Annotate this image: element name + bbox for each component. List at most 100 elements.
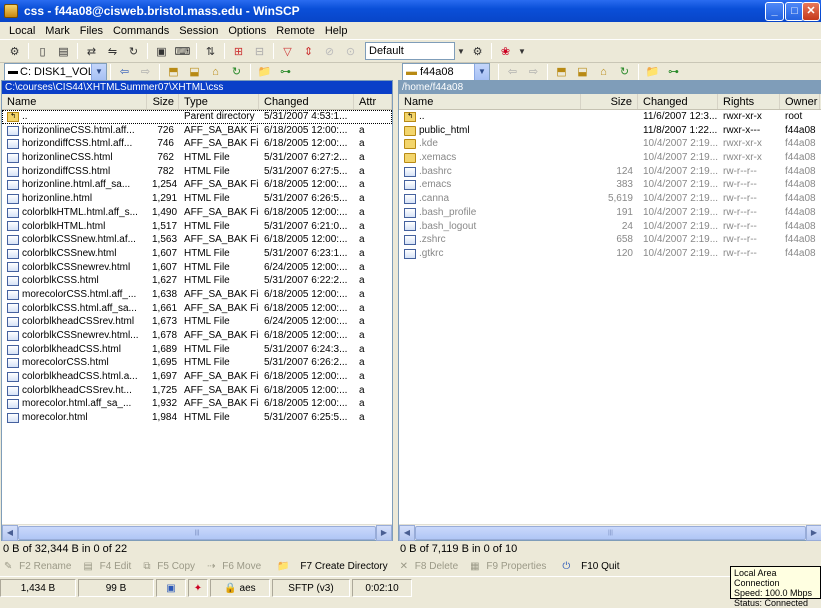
menu-help[interactable]: Help [320, 25, 353, 37]
remote-file-row[interactable]: ↰.. 11/6/2007 12:3... rwxr-xr-x root [399, 110, 821, 124]
chevron-down-icon[interactable]: ▼ [91, 63, 106, 80]
filter-icon[interactable]: ▽ [279, 43, 296, 60]
remote-back-icon[interactable]: ⇦ [504, 63, 521, 80]
col-changed[interactable]: Changed [259, 94, 354, 109]
col-changed[interactable]: Changed [638, 94, 718, 109]
local-file-row[interactable]: colorblkheadCSS.html 1,689 HTML File 5/31/2… [2, 343, 392, 357]
remote-dir-combo[interactable]: ▬ f44a08 ▼ [402, 62, 490, 81]
menu-options[interactable]: Options [223, 25, 271, 37]
menu-session[interactable]: Session [174, 25, 223, 37]
local-hscrollbar[interactable]: ◀ ||| ▶ [2, 524, 392, 541]
scroll-thumb[interactable]: ||| [18, 525, 376, 540]
transfer-settings-combo[interactable]: Default [365, 42, 455, 60]
local-file-row[interactable]: horizonlineCSS.html.aff... 726 AFF_SA_BAK … [2, 124, 392, 138]
remote-file-row[interactable]: .gtkrc 120 10/4/2007 2:19... rw-r--r-- f44a0… [399, 247, 821, 261]
f6-move-button[interactable]: ⇢ F6 Move [207, 561, 265, 572]
minimize-button[interactable]: _ [765, 2, 784, 21]
site-icon[interactable]: ❀ [497, 43, 514, 60]
local-open-icon[interactable]: 📁 [256, 63, 273, 80]
preferences-icon[interactable]: ⚙ [6, 43, 23, 60]
remote-parent-icon[interactable]: ⬒ [553, 63, 570, 80]
menu-local[interactable]: Local [4, 25, 40, 37]
local-file-row[interactable]: horizonlineCSS.html 762 HTML File 5/31/2007… [2, 151, 392, 165]
terminal-icon[interactable]: ▯ [34, 43, 51, 60]
remote-forward-icon[interactable]: ⇨ [525, 63, 542, 80]
col-size[interactable]: Size [147, 94, 179, 109]
local-file-row[interactable]: colorblkCSS.html.aff_sa... 1,661 AFF_SA_BA… [2, 302, 392, 316]
col-name[interactable]: Name [2, 94, 147, 109]
remote-home-icon[interactable]: ⌂ [595, 63, 612, 80]
local-file-row[interactable]: colorblkheadCSS.html.a... 1,697 AFF_SA_BAK… [2, 370, 392, 384]
local-file-row[interactable]: horizonline.html 1,291 HTML File 5/31/2007 … [2, 192, 392, 206]
f5-copy-button[interactable]: ⧉ F5 Copy [143, 561, 199, 572]
local-file-row[interactable]: colorblkCSSnew.html 1,607 HTML File 5/31/20… [2, 247, 392, 261]
remote-file-row[interactable]: public_html 11/8/2007 1:22... rwxr-x--- f44… [399, 124, 821, 138]
f4-edit-button[interactable]: ▤ F4 Edit [83, 561, 135, 572]
col-size[interactable]: Size [581, 94, 638, 109]
local-file-row[interactable]: colorblkHTML.html 1,517 HTML File 5/31/2007… [2, 220, 392, 234]
local-file-row[interactable]: colorblkCSS.html 1,627 HTML File 5/31/2007 … [2, 274, 392, 288]
f10-quit-button[interactable]: ⏻ F10 Quit [558, 561, 623, 572]
queue-icon[interactable]: ▤ [55, 43, 72, 60]
remote-panel[interactable]: /home/f44a08 Name Size Changed Rights Ow… [398, 80, 821, 541]
sort-icon[interactable]: ⇕ [300, 43, 317, 60]
remote-file-row[interactable]: .emacs 383 10/4/2007 2:19... rw-r--r-- f44a0… [399, 178, 821, 192]
transfer-settings-icon[interactable]: ⇅ [202, 43, 219, 60]
remote-file-row[interactable]: .bash_logout 24 10/4/2007 2:19... rw-r--r--… [399, 220, 821, 234]
local-back-icon[interactable]: ⇦ [116, 63, 133, 80]
local-drive-combo[interactable]: ▬ C: DISK1_VOL1 ▼ [4, 62, 107, 81]
local-panel[interactable]: C:\courses\CIS44\XHTMLSummer07\XHTML\css… [1, 80, 393, 541]
local-file-row[interactable]: colorblkCSSnew.html.af... 1,563 AFF_SA_BAK… [2, 233, 392, 247]
remote-file-row[interactable]: .zshrc 658 10/4/2007 2:19... rw-r--r-- f44a0… [399, 233, 821, 247]
refresh-icon[interactable]: ↻ [125, 43, 142, 60]
console-icon[interactable]: ▣ [153, 43, 170, 60]
local-file-row[interactable]: colorblkheadCSSrev.ht... 1,725 AFF_SA_BAK … [2, 384, 392, 398]
local-parent-icon[interactable]: ⬒ [165, 63, 182, 80]
col-type[interactable]: Type [179, 94, 259, 109]
local-file-row[interactable]: colorblkCSSnewrev.html... 1,678 AFF_SA_BAK… [2, 329, 392, 343]
local-file-row[interactable]: colorblkHTML.html.aff_s... 1,490 AFF_SA_BA… [2, 206, 392, 220]
disabled-icon[interactable]: ⊘ [321, 43, 338, 60]
scroll-left-icon[interactable]: ◀ [399, 524, 415, 541]
session-settings-icon[interactable]: ⚙ [469, 43, 486, 60]
disabled2-icon[interactable]: ⊙ [342, 43, 359, 60]
local-file-row[interactable]: morecolorCSS.html 1,695 HTML File 5/31/2007… [2, 356, 392, 370]
menu-mark[interactable]: Mark [40, 25, 74, 37]
remote-file-row[interactable]: .bash_profile 191 10/4/2007 2:19... rw-r--r… [399, 206, 821, 220]
scroll-thumb[interactable]: ||| [415, 525, 806, 540]
local-file-row[interactable]: morecolor.html 1,984 HTML File 5/31/2007 6:… [2, 411, 392, 425]
remote-open-icon[interactable]: 📁 [644, 63, 661, 80]
select-icon[interactable]: ⊞ [230, 43, 247, 60]
unselect-icon[interactable]: ⊟ [251, 43, 268, 60]
f9-properties-button[interactable]: ▦ F9 Properties [470, 561, 550, 572]
compare-icon[interactable]: ⇄ [83, 43, 100, 60]
remote-file-row[interactable]: .xemacs 10/4/2007 2:19... rwxr-xr-x f44a08 [399, 151, 821, 165]
remote-refresh-icon[interactable]: ↻ [616, 63, 633, 80]
local-file-row[interactable]: horizondiffCSS.html 782 HTML File 5/31/2007… [2, 165, 392, 179]
local-file-row[interactable]: morecolorCSS.html.aff_... 1,638 AFF_SA_BAK… [2, 288, 392, 302]
scroll-left-icon[interactable]: ◀ [2, 524, 18, 541]
local-forward-icon[interactable]: ⇨ [137, 63, 154, 80]
scroll-right-icon[interactable]: ▶ [376, 524, 392, 541]
local-file-row[interactable]: morecolor.html.aff_sa_... 1,932 AFF_SA_BAK… [2, 397, 392, 411]
local-refresh-icon[interactable]: ↻ [228, 63, 245, 80]
col-attr[interactable]: Attr [354, 94, 392, 109]
col-rights[interactable]: Rights [718, 94, 780, 109]
chevron-down-icon[interactable]: ▼ [474, 63, 489, 80]
f8-delete-button[interactable]: ✕ F8 Delete [400, 561, 463, 572]
local-root-icon[interactable]: ⬓ [186, 63, 203, 80]
remote-file-row[interactable]: .canna 5,619 10/4/2007 2:19... rw-r--r-- f44… [399, 192, 821, 206]
f2-rename-button[interactable]: ✎ F2 Rename [4, 561, 75, 572]
local-tree-icon[interactable]: ⊶ [277, 63, 294, 80]
local-file-row[interactable]: colorblkCSSnewrev.html 1,607 HTML File 6/24… [2, 261, 392, 275]
combo-arrow-icon[interactable]: ▼ [457, 43, 465, 60]
remote-file-row[interactable]: .bashrc 124 10/4/2007 2:19... rw-r--r-- f44a… [399, 165, 821, 179]
sync-icon[interactable]: ⇋ [104, 43, 121, 60]
scroll-right-icon[interactable]: ▶ [806, 524, 821, 541]
local-file-row[interactable]: horizonline.html.aff_sa... 1,254 AFF_SA_BA… [2, 178, 392, 192]
menu-commands[interactable]: Commands [108, 25, 174, 37]
remote-tree-icon[interactable]: ⊶ [665, 63, 682, 80]
remote-root-icon[interactable]: ⬓ [574, 63, 591, 80]
col-name[interactable]: Name [399, 94, 581, 109]
local-file-row[interactable]: ↰.. Parent directory 5/31/2007 4:53:1... [2, 110, 392, 124]
